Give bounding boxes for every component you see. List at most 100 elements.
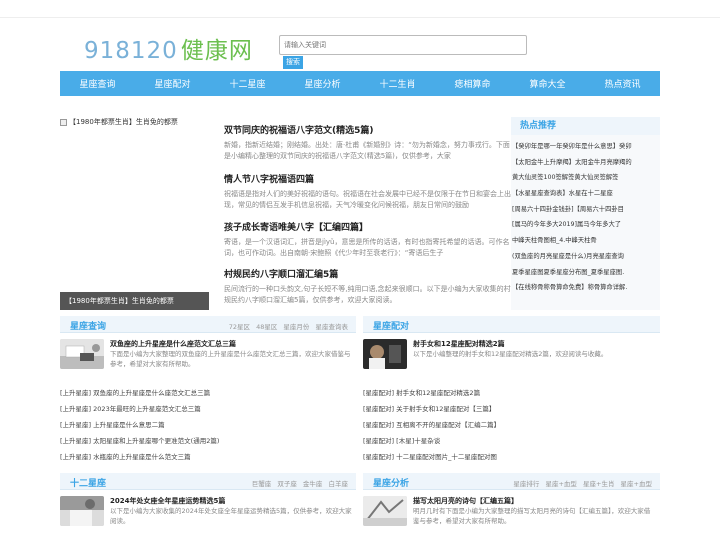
- tag-link[interactable]: 巨蟹座: [252, 480, 272, 488]
- hot-item[interactable]: (双鱼座的月亮星座是什么)月亮星座查询: [511, 249, 660, 265]
- list-item[interactable]: [上升星座] 上升星座是什么意思二篇: [60, 417, 356, 433]
- hero-broken-image: 【1980年都票生肖】生肖免的都票: [60, 117, 209, 127]
- hot-recommend-title: 热点推荐: [511, 117, 660, 135]
- nav-item-xingzuo-chaxun[interactable]: 星座查询: [79, 77, 115, 90]
- tag-link[interactable]: 72星区: [229, 323, 250, 331]
- list-category[interactable]: [上升星座]: [60, 453, 91, 461]
- list-text[interactable]: 水瓶座的上升星座是什么范文三篇: [93, 453, 191, 461]
- article-desc: 新婚，指新近结婚；刚结婚。出处：唐·杜甫《新婚别》诗：“勿为新婚念，努力事戎行。…: [224, 141, 510, 160]
- list-text[interactable]: 射手女和12星座配对精选2篇: [396, 389, 480, 397]
- tag-link[interactable]: 金牛座: [303, 480, 323, 488]
- list-category[interactable]: [星座配对]: [363, 453, 394, 461]
- nav-item-xingzuo-peidui[interactable]: 星座配对: [154, 77, 190, 90]
- nav-item-redian-zixun[interactable]: 热点资讯: [604, 77, 640, 90]
- list-category[interactable]: [上升星座]: [60, 421, 91, 429]
- list-category[interactable]: [星座配对]: [363, 437, 394, 445]
- nav-item-shier-xingzuo[interactable]: 十二星座: [229, 77, 265, 90]
- hot-item[interactable]: [属马的今年多大2019]属马今年多大了: [511, 217, 660, 233]
- nav-item-xingzuo-fenxi[interactable]: 星座分析: [304, 77, 340, 90]
- article-thumbnail[interactable]: [363, 496, 407, 526]
- article-item[interactable]: 情人节八字祝福语四篇 祝福语是指对人们的美好祝福的语句。祝福语在社会发展中已经不是…: [215, 172, 511, 217]
- hot-item[interactable]: 【水星星座查询表】水星在十二星座: [511, 186, 660, 202]
- list-category[interactable]: [星座配对]: [363, 389, 394, 397]
- list-item[interactable]: [上升星座] 2023年最旺的上升星座范文汇总三篇: [60, 401, 356, 417]
- list-item[interactable]: [星座配对] 互相离不开的星座配对【汇编二篇】: [363, 417, 660, 433]
- hot-item[interactable]: 黄大仙灵签100签解签黄大仙灵签解签: [511, 170, 660, 186]
- article-thumbnail[interactable]: [363, 339, 407, 369]
- site-logo[interactable]: 918120 健康网: [84, 31, 253, 65]
- featured-article[interactable]: 描写太阳月亮的诗句【汇编五篇】 明月几时有下面是小编为大家整理的描写太阳月亮的诗…: [363, 496, 660, 532]
- logo-digits: 918120: [84, 38, 178, 64]
- tag-link[interactable]: 双子座: [277, 480, 297, 488]
- tag-link[interactable]: 白羊座: [329, 480, 349, 488]
- featured-title[interactable]: 2024年处女座全年星座运势精选5篇: [110, 496, 225, 506]
- article-title[interactable]: 村规民约八字顺口溜汇编5篇: [224, 267, 511, 280]
- list-text[interactable]: 上升星座是什么意思二篇: [93, 421, 165, 429]
- list-text[interactable]: [木星]十星杂谈: [396, 437, 440, 445]
- list-item[interactable]: [星座配对] 射手女和12星座配对精选2篇: [363, 385, 660, 401]
- search-input[interactable]: [279, 35, 527, 55]
- tag-link[interactable]: 星座+生肖: [583, 480, 614, 488]
- hot-item[interactable]: 【在线称骨称骨算命免费】称骨算命详解.: [511, 280, 660, 296]
- hot-item[interactable]: [周易六十四卦金钱卦]【周易六十四卦目: [511, 202, 660, 218]
- article-item[interactable]: 双节同庆的祝福语八字范文(精选5篇) 新婚，指新近结婚；刚结婚。出处：唐·杜甫《新…: [215, 123, 511, 168]
- section-tags: 72星区 48星区 星座月份 星座查询表: [229, 321, 348, 331]
- list-text[interactable]: 互相离不开的星座配对【汇编二篇】: [396, 421, 500, 429]
- featured-title[interactable]: 双鱼座的上升星座是什么座范文汇总三篇: [110, 339, 236, 349]
- tag-link[interactable]: 星座+血型: [621, 480, 652, 488]
- featured-article[interactable]: 2024年处女座全年星座运势精选5篇 以下是小编为大家收集的2024年处女座全年…: [60, 496, 356, 532]
- tag-link[interactable]: 48星区: [256, 323, 277, 331]
- list-text[interactable]: 关于射手女和12星座配对【三篇】: [396, 405, 495, 413]
- article-title[interactable]: 孩子成长寄语唯美八字【汇编四篇】: [224, 220, 511, 233]
- featured-article[interactable]: 双鱼座的上升星座是什么座范文汇总三篇 下面是小编为大家整理的双鱼座的上升星座是什…: [60, 339, 356, 375]
- hero-banner[interactable]: 【1980年都票生肖】生肖免的都票 【1980年都票生肖】生肖免的都票: [60, 117, 209, 310]
- hot-item[interactable]: 【太阳金牛上升摩羯】太阳金牛月亮摩羯的: [511, 155, 660, 171]
- list-item[interactable]: [上升星座] 太阳星座和上升星座哪个更准范文(通用2篇): [60, 433, 356, 449]
- list-text[interactable]: 十二星座配对图片_十二星座配对图: [396, 453, 497, 461]
- list-text[interactable]: 太阳星座和上升星座哪个更准范文(通用2篇): [93, 437, 219, 445]
- featured-article[interactable]: 射手女和12星座配对精选2篇 以下是小编整理的射手女和12星座配对精选2篇，欢迎…: [363, 339, 660, 375]
- tag-link[interactable]: 星座查询表: [316, 323, 349, 331]
- hot-item[interactable]: 中峰天柱骨图相_4.中峰天柱骨: [511, 233, 660, 249]
- nav-item-zhixiang-suanming[interactable]: 痣相算命: [454, 77, 490, 90]
- list-text[interactable]: 双鱼座的上升星座是什么座范文汇总三篇: [93, 389, 210, 397]
- article-thumbnail[interactable]: [60, 339, 104, 369]
- list-category[interactable]: [上升星座]: [60, 405, 91, 413]
- list-item[interactable]: [星座配对] [木星]十星杂谈: [363, 433, 660, 449]
- list-category[interactable]: [星座配对]: [363, 421, 394, 429]
- list-text[interactable]: 2023年最旺的上升星座范文汇总三篇: [93, 405, 201, 413]
- list-item[interactable]: [上升星座] 水瓶座的上升星座是什么范文三篇: [60, 449, 356, 465]
- section-title[interactable]: 星座分析: [373, 476, 409, 489]
- article-desc: 民间流行的一种口头韵文,句子长短不等,纯用口语,念起来很顺口。以下是小编为大家收…: [224, 285, 511, 304]
- tag-link[interactable]: 星座排行: [513, 480, 539, 488]
- tag-link[interactable]: 星座+血型: [545, 480, 576, 488]
- section-tags: 巨蟹座 双子座 金牛座 白羊座: [252, 478, 348, 488]
- list-item[interactable]: [星座配对] 关于射手女和12星座配对【三篇】: [363, 401, 660, 417]
- hot-item[interactable]: 夏季星座图夏季星座分布图_夏季星座图.: [511, 265, 660, 281]
- list-category[interactable]: [上升星座]: [60, 437, 91, 445]
- section-title[interactable]: 星座查询: [70, 319, 106, 332]
- list-item[interactable]: [上升星座] 双鱼座的上升星座是什么座范文汇总三篇: [60, 385, 356, 401]
- list-item[interactable]: [星座配对] 十二星座配对图片_十二星座配对图: [363, 449, 660, 465]
- section-title[interactable]: 十二星座: [70, 476, 106, 489]
- nav-item-suanming-daquan[interactable]: 算命大全: [529, 77, 565, 90]
- section-xingzuo-peidui: 星座配对 射手女和12星座配对精选2篇 以下是小编整理的射手女和12星座配对精选…: [363, 316, 660, 465]
- section-title[interactable]: 星座配对: [373, 319, 409, 332]
- featured-title[interactable]: 描写太阳月亮的诗句【汇编五篇】: [413, 496, 518, 506]
- hot-item[interactable]: 【癸卯年是哪一年癸卯年是什么意思】癸卯: [511, 139, 660, 155]
- article-item[interactable]: 孩子成长寄语唯美八字【汇编四篇】寄语，是一个汉语词汇，拼音是jìyǔ，意思是所传…: [215, 220, 511, 265]
- article-thumbnail[interactable]: [60, 496, 104, 526]
- tag-link[interactable]: 星座月份: [283, 323, 309, 331]
- article-desc: 寄语，是一个汉语词汇，拼音是jìyǔ，意思是所传的话语，有时也指寄托希望的话语。…: [224, 238, 510, 257]
- search-button[interactable]: 搜索: [283, 56, 303, 69]
- top-strip: [0, 0, 720, 18]
- featured-title[interactable]: 射手女和12星座配对精选2篇: [413, 339, 505, 349]
- article-title[interactable]: 双节同庆的祝福语八字范文(精选5篇): [224, 123, 511, 136]
- article-title[interactable]: 情人节八字祝福语四篇: [224, 172, 511, 185]
- list-category[interactable]: [上升星座]: [60, 389, 91, 397]
- list-category[interactable]: [星座配对]: [363, 405, 394, 413]
- nav-item-shier-shengxiao[interactable]: 十二生肖: [379, 77, 415, 90]
- hot-recommend-panel: 热点推荐 【癸卯年是哪一年癸卯年是什么意思】癸卯 【太阳金牛上升摩羯】太阳金牛月…: [511, 117, 660, 310]
- section-shier-xingzuo: 十二星座 巨蟹座 双子座 金牛座 白羊座 2024年处女座全年星座运势精选5篇 …: [60, 473, 356, 532]
- article-item[interactable]: 村规民约八字顺口溜汇编5篇民间流行的一种口头韵文,句子长短不等,纯用口语,念起来…: [215, 267, 511, 312]
